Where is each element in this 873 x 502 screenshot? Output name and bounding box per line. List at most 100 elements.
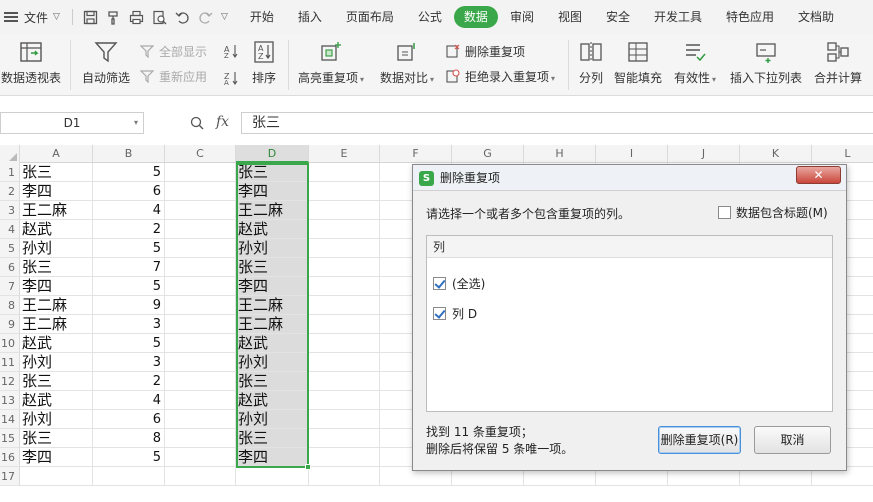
cell-a[interactable]: 李四 [20,277,93,296]
cell-a[interactable]: 王二麻 [20,201,93,220]
row-header[interactable]: 8 [0,296,20,315]
cell-e[interactable] [309,296,380,315]
cell-e[interactable] [309,410,380,429]
column-header-a[interactable]: A [20,145,93,163]
cell-a[interactable]: 张三 [20,429,93,448]
row-header[interactable]: 16 [0,448,20,467]
file-menu[interactable]: 文件 ▽ [0,9,60,26]
row-header[interactable]: 1 [0,163,20,182]
cell-b[interactable]: 2 [93,372,165,391]
cell-e[interactable] [309,277,380,296]
cell-c[interactable] [165,220,236,239]
cell-c[interactable] [165,182,236,201]
cell-b[interactable]: 4 [93,391,165,410]
print-preview-icon[interactable] [152,10,167,25]
cell-b[interactable]: 8 [93,429,165,448]
consolidate-button[interactable]: 合并计算 [810,34,866,96]
cell-d[interactable]: 李四 [236,448,309,467]
column-header-d[interactable]: D [236,145,309,163]
cell-c[interactable] [165,353,236,372]
pivot-table-button[interactable]: 数据透视表 [0,34,62,96]
column-header-b[interactable]: B [93,145,165,163]
cell-c[interactable] [165,258,236,277]
redo-icon[interactable] [198,10,213,25]
cell-c[interactable] [165,410,236,429]
cell-b[interactable]: 5 [93,163,165,182]
cell-b[interactable]: 9 [93,296,165,315]
tab-developer[interactable]: 开发工具 [642,6,714,28]
tab-doc-assistant[interactable]: 文档助 [786,6,846,28]
insert-dropdown-list-button[interactable]: 插入下拉列表 [727,34,805,96]
zoom-icon[interactable] [190,116,204,130]
cell-c[interactable] [165,448,236,467]
cell-b[interactable]: 5 [93,239,165,258]
cell-c[interactable] [165,239,236,258]
column-header-j[interactable]: J [668,145,740,163]
cell-a[interactable]: 李四 [20,448,93,467]
data-has-header-option[interactable]: 数据包含标题(M) [718,204,828,221]
select-all-checkbox[interactable] [433,277,446,290]
cell-a[interactable]: 孙刘 [20,353,93,372]
cell-e[interactable] [309,258,380,277]
cell-e[interactable] [309,239,380,258]
cell-d[interactable]: 孙刘 [236,239,309,258]
cell-c[interactable] [165,277,236,296]
row-header[interactable]: 13 [0,391,20,410]
cell-a[interactable]: 张三 [20,258,93,277]
cell-d[interactable]: 赵武 [236,220,309,239]
cell-d[interactable]: 张三 [236,163,309,182]
select-all-item[interactable]: (全选) [433,275,485,292]
column-header-l[interactable]: L [812,145,873,163]
cell-c[interactable] [165,315,236,334]
cell-e[interactable] [309,391,380,410]
cell-d[interactable]: 王二麻 [236,201,309,220]
cell-b[interactable]: 6 [93,410,165,429]
cell-b[interactable]: 5 [93,277,165,296]
formula-input[interactable]: 张三 [241,112,873,134]
tab-data[interactable]: 数据 [453,6,498,28]
cell-d[interactable]: 孙刘 [236,410,309,429]
column-d-item[interactable]: 列 D [433,305,477,322]
column-header-f[interactable]: F [380,145,452,163]
cell-d[interactable]: 张三 [236,372,309,391]
cell-e[interactable] [309,467,380,486]
cell-d[interactable]: 赵武 [236,391,309,410]
row-header[interactable]: 2 [0,182,20,201]
cell-d[interactable]: 张三 [236,258,309,277]
cell-b[interactable]: 6 [93,182,165,201]
column-header-k[interactable]: K [740,145,812,163]
reject-duplicates-button[interactable]: 拒绝录入重复项 ▾ [446,67,555,85]
undo-icon[interactable] [175,10,190,25]
cell-a[interactable] [20,467,93,486]
column-d-checkbox[interactable] [433,307,446,320]
row-header[interactable]: 4 [0,220,20,239]
row-header[interactable]: 11 [0,353,20,372]
cancel-button[interactable]: 取消 [754,426,831,454]
cell-a[interactable]: 赵武 [20,391,93,410]
row-header[interactable]: 14 [0,410,20,429]
cell-a[interactable]: 赵武 [20,334,93,353]
cell-a[interactable]: 赵武 [20,220,93,239]
highlight-duplicates-button[interactable]: 高亮重复项 ▾ [294,34,368,96]
tab-review[interactable]: 审阅 [498,6,546,28]
tab-page-layout[interactable]: 页面布局 [334,6,406,28]
row-header[interactable]: 7 [0,277,20,296]
data-has-header-checkbox[interactable] [718,206,731,219]
cell-a[interactable]: 张三 [20,372,93,391]
cell-d[interactable]: 孙刘 [236,353,309,372]
cell-d[interactable]: 李四 [236,277,309,296]
cell-a[interactable]: 孙刘 [20,410,93,429]
row-header[interactable]: 17 [0,467,20,486]
cell-d[interactable]: 王二麻 [236,315,309,334]
format-painter-icon[interactable] [106,10,121,25]
cell-a[interactable]: 李四 [20,182,93,201]
cell-c[interactable] [165,296,236,315]
cell-e[interactable] [309,163,380,182]
cell-b[interactable]: 7 [93,258,165,277]
tab-security[interactable]: 安全 [594,6,642,28]
cell-d[interactable]: 李四 [236,182,309,201]
cell-a[interactable]: 王二麻 [20,296,93,315]
flash-fill-button[interactable]: 智能填充 [612,34,664,96]
show-all-button[interactable]: 全部显示 [140,42,207,60]
cell-d[interactable]: 王二麻 [236,296,309,315]
